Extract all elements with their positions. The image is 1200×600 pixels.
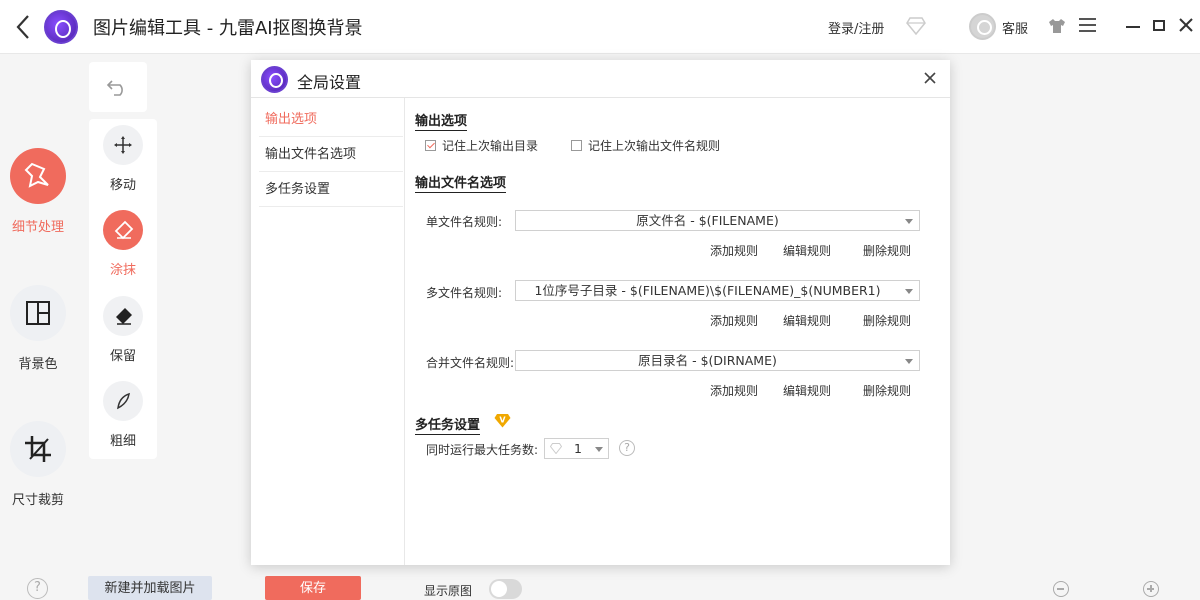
undo-button[interactable]	[89, 62, 147, 112]
maximize-icon[interactable]	[1153, 20, 1165, 31]
tool-smear[interactable]: 涂抹	[89, 210, 157, 278]
eraser-icon	[103, 210, 143, 250]
dialog-logo	[261, 66, 288, 93]
zoom-out-icon[interactable]	[1053, 581, 1069, 597]
app-logo	[44, 10, 78, 44]
sidebar-item-background[interactable]: 背景色	[0, 285, 76, 372]
max-tasks-select[interactable]: 1	[544, 438, 609, 459]
single-rule-label: 单文件名规则:	[426, 215, 503, 229]
menu-icon[interactable]	[1079, 18, 1096, 32]
checkbox-unchecked[interactable]	[571, 140, 582, 151]
merge-rule-label: 合并文件名规则:	[426, 356, 515, 370]
tool-label: 保留	[109, 349, 136, 364]
tool-thickness[interactable]: 粗细	[89, 381, 157, 449]
multi-rule-value: 1位序号子目录 - $(FILENAME)\$(FILENAME)_$(NUMB…	[534, 283, 881, 298]
edit-rule-button[interactable]: 编辑规则	[783, 312, 831, 329]
single-rule-value: 原文件名 - $(FILENAME)	[636, 213, 779, 228]
sidebar-item-label: 背景色	[18, 357, 58, 372]
crop-icon	[10, 421, 66, 477]
customer-service-link[interactable]: 客服	[1002, 18, 1028, 37]
max-tasks-value: 1	[574, 441, 582, 456]
show-original-toggle[interactable]	[489, 579, 522, 599]
detail-process-icon	[10, 148, 66, 204]
merge-rule-value: 原目录名 - $(DIRNAME)	[638, 353, 777, 368]
tool-label: 粗细	[109, 434, 136, 449]
background-color-icon	[10, 285, 66, 341]
tool-move[interactable]: 移动	[89, 125, 157, 193]
max-tasks-label: 同时运行最大任务数:	[426, 443, 539, 457]
edit-rule-button[interactable]: 编辑规则	[783, 382, 831, 399]
nav-output-options[interactable]: 输出选项	[259, 103, 403, 137]
title-bar: 图片编辑工具 - 九雷AI抠图换背景 登录/注册 客服	[0, 0, 1200, 54]
nav-filename-options[interactable]: 输出文件名选项	[259, 138, 403, 172]
back-arrow-icon[interactable]	[12, 13, 36, 41]
dropdown-arrow-icon	[905, 219, 913, 224]
delete-rule-button[interactable]: 删除规则	[863, 242, 911, 259]
user-avatar[interactable]	[969, 13, 996, 40]
dialog-header: 全局设置	[251, 60, 950, 98]
login-register-link[interactable]: 登录/注册	[828, 18, 884, 37]
save-button[interactable]: 保存	[265, 576, 361, 600]
add-rule-button[interactable]: 添加规则	[710, 242, 758, 259]
remember-dir-label: 记住上次输出目录	[442, 139, 539, 153]
dialog-close-icon[interactable]	[921, 68, 939, 88]
delete-rule-button[interactable]: 删除规则	[863, 382, 911, 399]
sidebar-item-detail[interactable]: 细节处理	[0, 148, 76, 235]
global-settings-dialog: 全局设置 输出选项 输出文件名选项 多任务设置 输出选项 记住上次输出目录 记住…	[251, 60, 950, 565]
tool-keep[interactable]: 保留	[89, 296, 157, 364]
sidebar-item-crop[interactable]: 尺寸裁剪	[0, 421, 76, 508]
vip-badge-icon: V	[494, 414, 511, 428]
multi-rule-label: 多文件名规则:	[426, 286, 503, 300]
tool-label: 移动	[109, 178, 136, 193]
dialog-title: 全局设置	[297, 73, 362, 92]
tool-label: 涂抹	[109, 263, 136, 278]
dropdown-arrow-icon	[905, 289, 913, 294]
section-title-output: 输出选项	[415, 110, 468, 131]
app-title: 图片编辑工具 - 九雷AI抠图换背景	[93, 18, 363, 39]
remember-dir-checkbox[interactable]: 记住上次输出目录	[425, 137, 538, 154]
close-window-icon[interactable]	[1178, 17, 1194, 33]
section-title-filename: 输出文件名选项	[415, 172, 507, 193]
remember-rule-label: 记住上次输出文件名规则	[588, 139, 721, 153]
add-rule-button[interactable]: 添加规则	[710, 312, 758, 329]
zoom-in-icon[interactable]	[1143, 581, 1159, 597]
merge-rule-select[interactable]: 原目录名 - $(DIRNAME)	[515, 350, 920, 371]
vip-diamond-icon	[550, 443, 562, 454]
dialog-nav: 输出选项 输出文件名选项 多任务设置	[251, 98, 405, 565]
minimize-icon[interactable]	[1126, 26, 1140, 28]
dropdown-arrow-icon	[905, 359, 913, 364]
move-icon	[103, 125, 143, 165]
new-load-image-button[interactable]: 新建并加载图片	[88, 576, 212, 600]
dialog-content: 输出选项 记住上次输出目录 记住上次输出文件名规则 输出文件名选项 单文件名规则…	[415, 98, 945, 565]
sidebar-item-label: 尺寸裁剪	[11, 493, 64, 508]
nav-multitask-settings[interactable]: 多任务设置	[259, 173, 403, 207]
help-icon[interactable]: ?	[27, 578, 48, 599]
checkbox-checked[interactable]	[425, 140, 436, 151]
section-title-multitask: 多任务设置	[415, 414, 481, 435]
tool-panel: 移动 涂抹 保留 粗细	[89, 119, 157, 459]
edit-rule-button[interactable]: 编辑规则	[783, 242, 831, 259]
show-original-label: 显示原图	[424, 584, 473, 598]
skin-shirt-icon[interactable]	[1048, 18, 1066, 34]
vip-badge-text: V	[499, 416, 506, 425]
question-icon[interactable]: ?	[619, 440, 635, 456]
multi-rule-select[interactable]: 1位序号子目录 - $(FILENAME)\$(FILENAME)_$(NUMB…	[515, 280, 920, 301]
remember-rule-checkbox[interactable]: 记住上次输出文件名规则	[571, 137, 720, 154]
single-rule-select[interactable]: 原文件名 - $(FILENAME)	[515, 210, 920, 231]
vip-diamond-icon[interactable]	[906, 17, 926, 35]
add-rule-button[interactable]: 添加规则	[710, 382, 758, 399]
feather-icon	[103, 381, 143, 421]
dropdown-arrow-icon	[595, 447, 603, 452]
delete-rule-button[interactable]: 删除规则	[863, 312, 911, 329]
undo-icon	[106, 80, 123, 96]
sidebar-item-label: 细节处理	[11, 220, 64, 235]
keep-brush-icon	[103, 296, 143, 336]
